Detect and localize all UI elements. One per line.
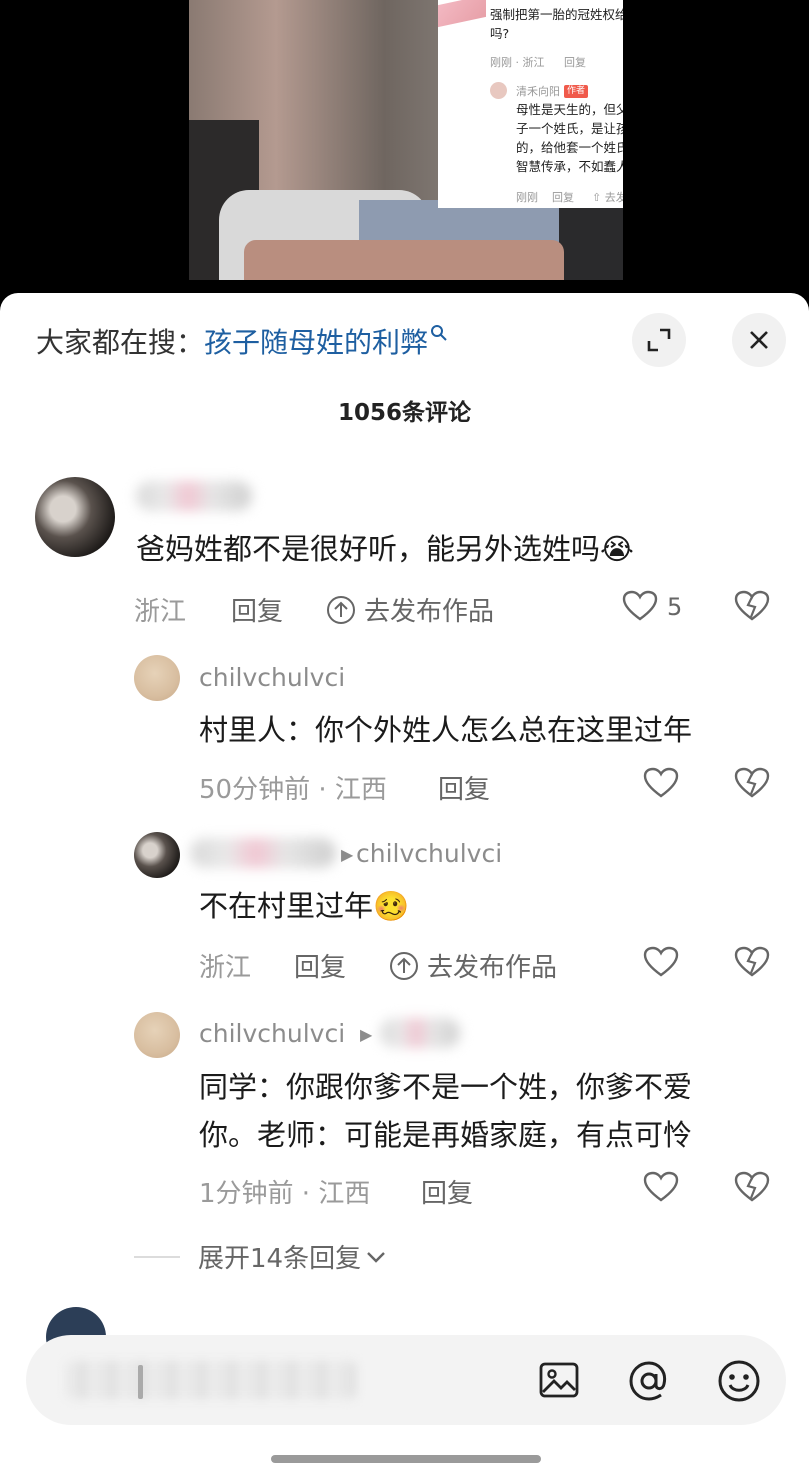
username-blurred[interactable] [136,481,252,511]
mention-icon[interactable] [627,1359,671,1403]
video-reply-username: 清禾向阳 [516,85,560,98]
video-question-meta: 刚刚 · 浙江 [490,56,545,69]
dislike-icon[interactable] [734,946,770,978]
reply-button[interactable]: 回复 [438,769,490,806]
search-term-link[interactable]: 孩子随母姓的利弊 [204,321,428,361]
reply-arrow-icon: ▶ [360,1025,373,1044]
comment-text: 村里人：你个外姓人怎么总在这里过年 [199,713,693,747]
video-reply-text: 母性是天生的，但父性不是。说白了给孩子一个姓氏，是让孩子爹认为孩子是自己的，给他… [516,102,623,174]
expand-replies-button[interactable]: 展开14条回复 [134,1238,387,1275]
expand-icon [647,328,671,352]
heart-icon[interactable] [643,946,679,978]
post-work-label: 去发布作品 [364,597,495,627]
comment-count: 1056条评论 [337,400,471,426]
video-reply-post: ⇧ 去发布作品 [592,188,623,207]
avatar[interactable] [134,832,180,878]
expand-replies-label: 展开14条回复 [198,1244,362,1274]
basin [244,240,564,280]
comment-input[interactable] [26,1335,786,1425]
emoji-icon[interactable] [717,1359,761,1403]
search-suggestion[interactable]: 大家都在搜： 孩子随母姓的利弊 [36,321,448,361]
image-icon[interactable] [538,1359,580,1401]
avatar[interactable] [134,655,180,701]
home-indicator[interactable] [271,1455,541,1463]
comment-location: 浙江 [199,953,252,983]
video-reply-meta: 刚刚 [516,191,538,204]
video-reply-reply: 回复 [552,191,574,204]
username-blurred[interactable] [380,1018,460,1048]
reply-to-username[interactable]: chilvchulvci [356,839,502,868]
upload-icon [327,595,355,624]
avatar[interactable] [35,477,115,557]
upload-icon [390,951,418,980]
comment-sheet: 大家都在搜： 孩子随母姓的利弊 1056条评论 爸妈姓都不是很好听，能另外选姓吗… [0,293,809,1473]
expand-button[interactable] [632,313,686,367]
heart-icon[interactable] [643,767,679,799]
avatar[interactable] [134,1012,180,1058]
comment-text: 不在村里过年🥴 [199,889,410,923]
heart-icon[interactable] [622,590,658,622]
dislike-icon[interactable] [734,590,770,622]
comment-text-line1: 同学：你跟你爹不是一个姓，你爹不爱 [199,1070,693,1104]
comment-location: 浙江 [134,597,187,627]
comment-meta: 1分钟前 · 江西 [199,1179,371,1209]
chevron-down-icon [367,1251,385,1263]
close-icon [750,331,768,349]
username[interactable]: chilvchulvci [199,663,345,692]
text-cursor [138,1365,143,1399]
video-reply-post-label: 去发布作品 [604,191,623,204]
video-question-reply: 回复 [564,56,586,69]
post-work-label: 去发布作品 [427,953,558,983]
dislike-icon[interactable] [734,1171,770,1203]
divider [134,1255,180,1258]
reply-arrow-icon: ▶ [341,845,354,864]
username[interactable]: chilvchulvci [199,1019,345,1048]
post-work-button[interactable]: 去发布作品 [389,947,557,984]
dislike-icon[interactable] [734,767,770,799]
video-frame: 强制把第一胎的冠姓权给女方，能提高生育率吗? 刚刚 · 浙江 回复 ♡ ♡ 清禾… [189,0,623,280]
like-count: 5 [667,593,683,621]
post-work-button[interactable]: 去发布作品 [326,591,494,628]
avatar [490,82,507,99]
comment-text-line2: 你。老师：可能是再婚家庭，有点可怜 [199,1118,693,1152]
video-player[interactable]: 强制把第一胎的冠姓权给女方，能提高生育率吗? 刚刚 · 浙江 回复 ♡ ♡ 清禾… [0,0,809,300]
heart-icon[interactable] [643,1171,679,1203]
comment-meta: 50分钟前 · 江西 [199,775,387,805]
screenshot-comment-card: 强制把第一胎的冠姓权给女方，能提高生育率吗? 刚刚 · 浙江 回复 ♡ ♡ 清禾… [438,0,623,208]
search-icon [430,324,448,347]
username-blurred[interactable] [190,838,336,868]
comment-input-placeholder [66,1361,356,1399]
comment-text: 爸妈姓都不是很好听，能另外选姓吗😭 [136,532,634,566]
reply-button[interactable]: 回复 [231,591,283,628]
search-prefix: 大家都在搜： [36,326,205,359]
close-button[interactable] [732,313,786,367]
reply-button[interactable]: 回复 [421,1173,473,1210]
author-badge: 作者 [564,85,589,98]
reply-button[interactable]: 回复 [294,947,346,984]
video-reply-user: 清禾向阳 作者 [516,82,589,101]
pink-decoration [438,0,486,28]
video-question-text: 强制把第一胎的冠姓权给女方，能提高生育率吗? [490,7,623,41]
